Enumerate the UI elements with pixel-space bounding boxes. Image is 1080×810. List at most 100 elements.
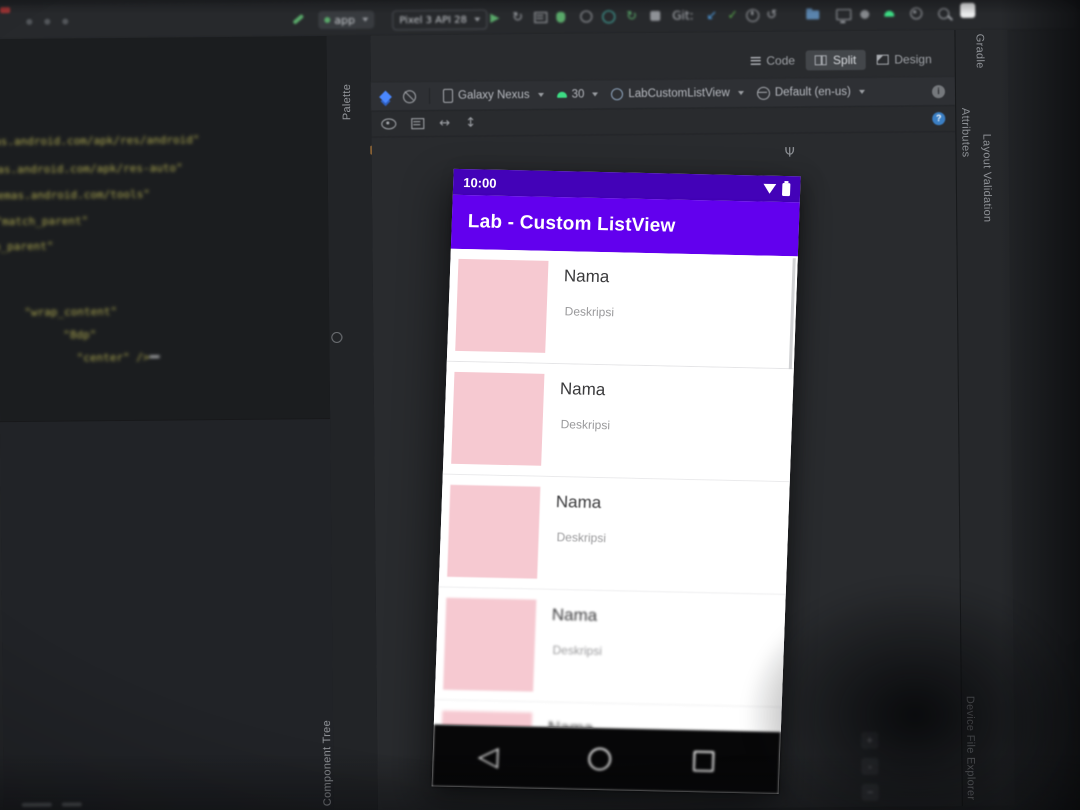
- list-item: Nama Deskripsi: [442, 361, 794, 483]
- device-selector-dropdown[interactable]: Galaxy Nexus: [442, 88, 544, 103]
- zoom-in-button[interactable]: [861, 731, 879, 749]
- tab-design[interactable]: Design: [867, 49, 941, 70]
- bright-window-icon[interactable]: [960, 2, 976, 18]
- list-item: Nama Deskripsi: [434, 587, 786, 709]
- blueprint-toggle-icon[interactable]: [411, 117, 425, 129]
- settings-gear-icon[interactable]: [910, 5, 923, 21]
- chevron-down-icon: [737, 91, 744, 96]
- profile-app-icon[interactable]: [602, 8, 616, 24]
- zoom-controls: [861, 731, 879, 801]
- tool-window-palette[interactable]: Palette: [341, 84, 353, 120]
- battery-icon: [781, 182, 791, 196]
- build-hammer-icon[interactable]: [292, 11, 305, 27]
- device-preview: 10:00 Lab - Custom ListView Nama Deskrip…: [431, 168, 801, 794]
- git-rollback-icon[interactable]: ↺: [766, 7, 777, 23]
- tool-window-device-file-explorer[interactable]: Device File Explorer: [964, 695, 977, 800]
- editor-mode-tabs: Code Split Design: [741, 49, 941, 71]
- design-mode-icon: [876, 54, 889, 65]
- tab-split-label: Split: [832, 52, 857, 68]
- git-update-icon[interactable]: ↙: [706, 7, 717, 23]
- profiler-icon[interactable]: [534, 9, 548, 25]
- screenshot-root: app Pixel 3 API 28 ▶ ↻ ↻ Git: ↙ ✓ ↺ "htt…: [0, 0, 1080, 810]
- menu-icon-a[interactable]: [26, 14, 33, 30]
- api-level-label: 30: [571, 88, 585, 101]
- item-title: Nama: [551, 605, 598, 626]
- status-bar-text: [61, 802, 82, 807]
- status-icons: [763, 182, 791, 196]
- git-commit-check-icon[interactable]: ✓: [727, 7, 738, 23]
- item-subtitle: Deskripsi: [556, 530, 607, 546]
- code-line: "http://schemas.android.com/apk/res-auto…: [0, 161, 183, 178]
- design-view-options-toolbar: ↔ ↕: [371, 105, 956, 138]
- run-button[interactable]: ▶: [490, 9, 499, 25]
- git-label: Git:: [672, 8, 694, 23]
- item-title: Nama: [563, 266, 610, 287]
- api-level-dropdown[interactable]: 30: [556, 88, 599, 101]
- zoom-out-button[interactable]: [861, 783, 879, 801]
- chevron-down-icon: [361, 17, 369, 22]
- no-theme-icon[interactable]: [402, 89, 417, 103]
- run-config-label: app: [334, 13, 356, 27]
- antenna-icon: Ψ: [784, 145, 795, 161]
- preview-app-bar: Lab - Custom ListView: [450, 194, 800, 257]
- help-icon[interactable]: [932, 111, 946, 125]
- chevron-down-icon: [537, 92, 544, 98]
- item-title: Nama: [555, 492, 602, 513]
- item-image-placeholder: [451, 371, 545, 466]
- run-config-dropdown[interactable]: app: [318, 10, 375, 30]
- menu-icon-b[interactable]: [44, 14, 51, 30]
- code-line: "match_parent": [0, 214, 89, 229]
- item-image-placeholder: [455, 258, 549, 353]
- coverage-icon[interactable]: [580, 8, 593, 24]
- tool-window-component-tree[interactable]: Component Tree: [321, 720, 334, 806]
- tool-window-gradle[interactable]: Gradle: [973, 34, 985, 69]
- stop-button[interactable]: [650, 8, 661, 24]
- avd-manager-icon[interactable]: [884, 6, 895, 22]
- zoom-fit-button[interactable]: [861, 757, 879, 775]
- ide-stage: app Pixel 3 API 28 ▶ ↻ ↻ Git: ↙ ✓ ↺ "htt…: [0, 0, 1080, 810]
- editor-lower-panel: [0, 418, 334, 810]
- orientation-horizontal-icon[interactable]: ↔: [439, 115, 450, 130]
- code-editor-pane[interactable]: "http://schemas.android.com/apk/res/andr…: [0, 36, 335, 810]
- tab-split[interactable]: Split: [805, 49, 866, 71]
- item-subtitle: Deskripsi: [564, 304, 615, 320]
- orientation-vertical-icon[interactable]: ↕: [465, 115, 476, 130]
- status-bar-text: [21, 802, 52, 807]
- preview-listview: Nama Deskripsi Nama Deskripsi Nama Deskr…: [433, 248, 798, 733]
- code-line: "match_parent": [0, 239, 54, 254]
- code-line: "wrap_content": [24, 305, 118, 319]
- app-title: Lab - Custom ListView: [467, 211, 676, 237]
- stripe-button-icon[interactable]: [331, 331, 343, 343]
- menu-icon-c[interactable]: [62, 14, 69, 30]
- code-line: "http://schemas.android.com/apk/res/andr…: [0, 133, 200, 150]
- search-everywhere-icon[interactable]: [938, 5, 950, 21]
- split-mode-icon: [814, 55, 828, 66]
- tab-design-label: Design: [894, 52, 932, 67]
- git-history-icon[interactable]: [746, 7, 760, 23]
- tool-window-attributes[interactable]: Attributes: [959, 108, 971, 158]
- item-title: Nama: [559, 379, 606, 400]
- code-mode-icon: [750, 56, 761, 65]
- apply-changes-icon[interactable]: ↻: [512, 9, 523, 25]
- code-line: "center" />: [76, 350, 150, 365]
- debug-button[interactable]: [556, 9, 566, 25]
- view-options-eye-icon[interactable]: [381, 117, 397, 130]
- chevron-down-icon: [473, 17, 480, 22]
- right-tool-stripe: Gradle Attributes Layout Validation Devi…: [954, 29, 1015, 806]
- nav-home-icon: [587, 747, 612, 771]
- theme-selector-dropdown[interactable]: LabCustomListView: [611, 87, 744, 101]
- design-surface-icon[interactable]: [379, 90, 392, 103]
- notifications-icon[interactable]: [860, 6, 870, 22]
- list-item: Nama Deskripsi: [446, 248, 798, 371]
- theme-icon: [611, 88, 624, 101]
- info-icon[interactable]: [931, 84, 946, 98]
- sync-gradle-icon[interactable]: ↻: [626, 8, 637, 24]
- locale-dropdown[interactable]: Default (en-us): [756, 85, 865, 100]
- tool-window-layout-validation[interactable]: Layout Validation: [980, 134, 993, 223]
- device-monitor-icon[interactable]: [836, 6, 852, 22]
- target-device-dropdown[interactable]: Pixel 3 API 28: [392, 9, 487, 31]
- item-subtitle: Deskripsi: [552, 643, 603, 659]
- item-image-placeholder: [447, 484, 541, 579]
- tab-code[interactable]: Code: [741, 50, 804, 71]
- project-folder-icon[interactable]: [806, 6, 820, 22]
